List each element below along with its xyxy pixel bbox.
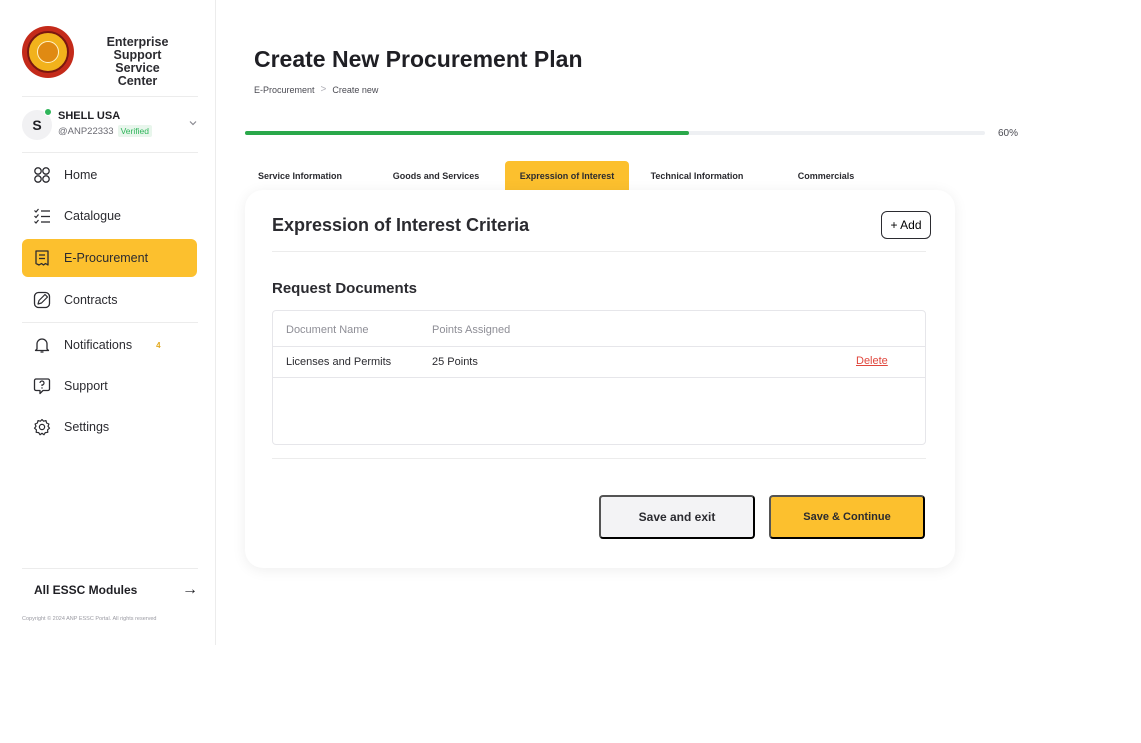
tab-goods-and-services[interactable]: Goods and Services (380, 161, 492, 191)
grid-icon (32, 165, 52, 185)
divider (22, 322, 198, 323)
tab-commercials[interactable]: Commercials (786, 161, 866, 191)
column-header-points-assigned: Points Assigned (432, 324, 511, 336)
breadcrumb-current: Create new (332, 84, 379, 95)
account-handle-row: @ANP22333 Verified (58, 125, 152, 137)
sidebar-item-catalogue[interactable]: Catalogue (22, 197, 197, 235)
sidebar-item-label: E-Procurement (64, 251, 149, 265)
card-title: Expression of Interest Criteria (272, 215, 530, 235)
gear-icon (32, 417, 52, 437)
bell-icon (32, 335, 52, 355)
sidebar-item-contracts[interactable]: Contracts (22, 281, 197, 319)
copyright-text: Copyright © 2024 ANP ESSC Portal. All ri… (22, 616, 157, 622)
account-switcher[interactable]: S SHELL USA @ANP22333 Verified (22, 108, 198, 144)
divider (272, 251, 926, 252)
sidebar-item-notifications[interactable]: Notifications 4 (22, 326, 197, 364)
document-name-cell: Licenses and Permits (286, 356, 392, 368)
help-chat-icon (32, 376, 52, 396)
save-and-continue-button[interactable]: Save & Continue (769, 495, 925, 539)
breadcrumb-separator-icon: > (320, 84, 327, 95)
sidebar-item-label: Contracts (64, 293, 118, 307)
sidebar-item-support[interactable]: Support (22, 367, 197, 405)
brand-name: Enterprise Support Service Center (90, 36, 185, 88)
sidebar: Enterprise Support Service Center S SHEL… (0, 0, 216, 645)
account-name: SHELL USA (58, 110, 121, 122)
page-title: Create New Procurement Plan (254, 46, 583, 72)
document-list-icon (32, 248, 52, 268)
criteria-card: Expression of Interest Criteria + Add Re… (245, 190, 955, 568)
account-handle: @ANP22333 (58, 125, 114, 137)
arrow-right-icon: → (182, 581, 198, 598)
all-modules-link[interactable]: All ESSC Modules → (22, 580, 198, 600)
sidebar-item-label: Home (64, 168, 98, 182)
pen-icon (32, 290, 52, 310)
divider (22, 96, 198, 97)
online-status-dot (44, 108, 52, 116)
save-and-exit-button[interactable]: Save and exit (599, 495, 755, 539)
organization-seal-logo (22, 26, 74, 78)
progress-label: 60% (998, 128, 1019, 139)
list-check-icon (32, 206, 52, 226)
divider (22, 152, 198, 153)
section-title: Request Documents (272, 280, 418, 297)
breadcrumb: E-Procurement > Create new (254, 84, 378, 95)
divider (273, 377, 925, 378)
brand-line-2: Support Service (113, 48, 162, 75)
all-modules-label: All ESSC Modules (34, 583, 138, 597)
verified-badge: Verified (117, 125, 152, 137)
tab-service-information[interactable]: Service Information (248, 161, 352, 191)
sidebar-item-label: Catalogue (64, 209, 121, 223)
brand: Enterprise Support Service Center (22, 26, 168, 88)
tab-technical-information[interactable]: Technical Information (640, 161, 754, 191)
sidebar-item-label: Support (64, 379, 108, 393)
brand-line-3: Center (117, 74, 158, 88)
add-button[interactable]: + Add (881, 211, 931, 239)
delete-button[interactable]: Delete (856, 355, 888, 367)
divider (22, 568, 198, 569)
breadcrumb-link-e-procurement[interactable]: E-Procurement (254, 85, 315, 95)
progress-fill (245, 131, 689, 135)
sidebar-item-home[interactable]: Home (22, 156, 197, 194)
sidebar-item-e-procurement[interactable]: E-Procurement (22, 239, 197, 277)
divider (272, 458, 926, 459)
sidebar-item-label: Settings (64, 420, 110, 434)
notification-count-badge: 4 (156, 340, 161, 350)
points-cell: 25 Points (432, 356, 478, 368)
chevron-down-icon[interactable] (188, 118, 198, 131)
sidebar-item-label: Notifications (64, 338, 133, 352)
tab-expression-of-interest[interactable]: Expression of Interest (505, 161, 629, 191)
column-header-document-name: Document Name (286, 324, 369, 336)
documents-table: Document Name Points Assigned Licenses a… (272, 310, 926, 445)
progress-bar (245, 131, 985, 135)
sidebar-item-settings[interactable]: Settings (22, 408, 197, 446)
divider (273, 346, 925, 347)
